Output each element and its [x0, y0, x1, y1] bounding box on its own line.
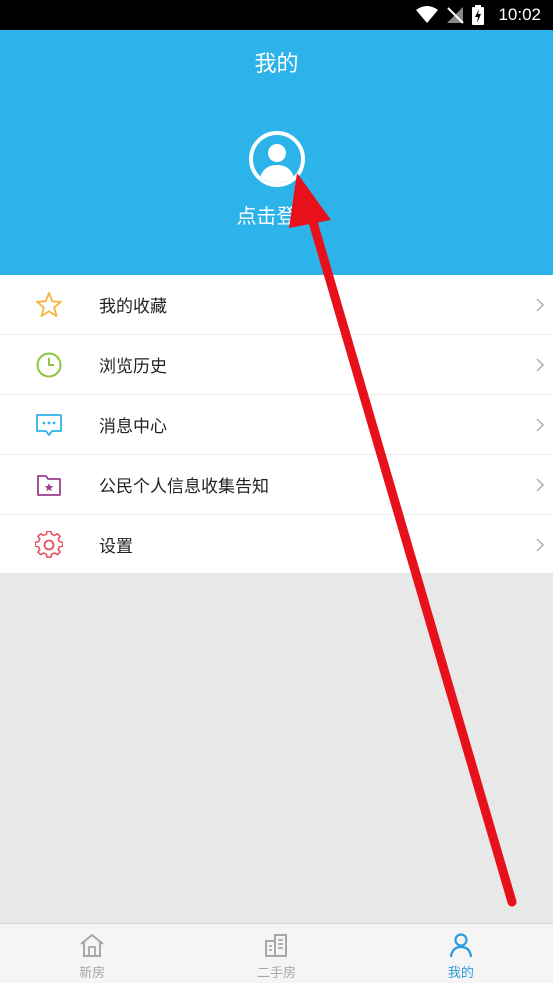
status-time: 10:02: [498, 5, 541, 24]
login-link[interactable]: 点击登录: [0, 200, 553, 229]
folder-star-icon: [37, 475, 61, 496]
user-silhouette-icon: [259, 144, 295, 183]
no-signal-icon: [447, 7, 465, 24]
menu-list: 我的收藏 浏览历史 消息中心 公民个人信息收集告知 设置: [0, 275, 553, 573]
menu-item-settings[interactable]: 设置: [0, 515, 553, 573]
wifi-icon: [416, 6, 439, 23]
nav-label: 我的: [447, 966, 474, 981]
building-icon: [265, 934, 288, 957]
menu-item-history[interactable]: 浏览历史: [0, 335, 553, 395]
chevron-right-icon: [536, 418, 545, 432]
battery-charging-icon: [472, 5, 485, 25]
chevron-right-icon: [536, 298, 545, 312]
gear-icon: [35, 531, 63, 558]
profile-header: 我的 点击登录: [0, 30, 553, 275]
menu-label: 我的收藏: [99, 297, 167, 317]
menu-item-messages[interactable]: 消息中心: [0, 395, 553, 455]
message-icon: [36, 414, 62, 436]
nav-label: 二手房: [256, 966, 296, 981]
nav-item-second-hand[interactable]: 二手房: [184, 924, 368, 983]
nav-item-new-homes[interactable]: 新房: [0, 924, 184, 983]
page-title: 我的: [254, 52, 299, 77]
home-icon: [80, 933, 104, 957]
menu-item-favorites[interactable]: 我的收藏: [0, 275, 553, 335]
user-icon: [449, 933, 472, 958]
menu-label: 消息中心: [99, 417, 167, 437]
nav-item-mine[interactable]: 我的: [369, 924, 553, 983]
avatar[interactable]: [249, 131, 305, 187]
menu-label: 公民个人信息收集告知: [99, 477, 269, 497]
bottom-nav: 新房 二手房 我的: [0, 923, 553, 983]
status-icons: 10:02: [416, 0, 541, 30]
chevron-right-icon: [536, 478, 545, 492]
status-bar: 10:02: [0, 0, 553, 30]
menu-label: 设置: [99, 536, 133, 557]
menu-label: 浏览历史: [99, 357, 167, 377]
nav-label: 新房: [79, 966, 106, 981]
clock-icon: [36, 352, 62, 378]
menu-item-privacy-notice[interactable]: 公民个人信息收集告知: [0, 455, 553, 515]
chevron-right-icon: [536, 358, 545, 372]
chevron-right-icon: [536, 538, 545, 552]
star-icon: [36, 292, 62, 317]
